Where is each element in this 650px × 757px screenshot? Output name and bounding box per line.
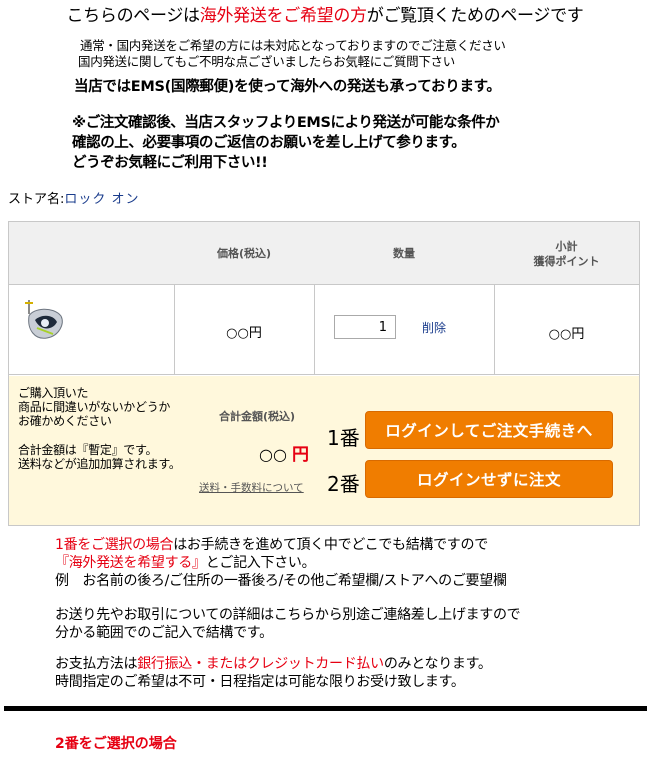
shipping-fee-link[interactable]: 送料・手数料について	[199, 480, 304, 495]
divider	[314, 285, 315, 375]
notice-line-1: 通常・国内発送をご希望の方には未対応となっておりますのでご注意ください	[80, 38, 506, 53]
store-label: ストア名:	[8, 192, 65, 207]
payment-info: お支払方法は銀行振込・またはクレジットカード払いのみとなります。 時間指定のご希…	[55, 655, 492, 691]
provisional-note-line-1: 合計金額は『暫定』です。	[18, 443, 158, 457]
title-prefix: こちらのページは	[66, 6, 200, 26]
item-subtotal: ○○円	[548, 327, 585, 342]
store-link[interactable]: ロック オン	[64, 192, 139, 207]
col-quantity: 数量	[393, 247, 415, 260]
page-title: こちらのページは海外発送をご希望の方がご覧頂くためのページです	[0, 6, 650, 26]
payment-prefix: お支払方法は	[55, 656, 138, 672]
ems-statement: 当店ではEMS(国際郵便)を使って海外への発送も承っております。	[74, 79, 501, 95]
quantity-input[interactable]	[334, 315, 396, 339]
option2-heading: 2番をご選択の場合	[55, 736, 177, 752]
item-price: ○○円	[226, 326, 262, 341]
provisional-note: 合計金額は『暫定』です。 送料などが追加加算されます。	[18, 443, 181, 471]
total-label: 合計金額(税込)	[219, 410, 296, 423]
verify-note-line-2: 商品に間違いがないかどうか	[18, 400, 171, 414]
title-suffix: がご覧頂くためのページです	[366, 6, 584, 26]
option-number-1: 1番	[327, 426, 360, 450]
option1-text-2: とご記入下さい。	[205, 555, 316, 571]
col-subtotal-label: 小計	[555, 239, 578, 253]
contact-line-2: 分かる範囲でのご記入で結構です。	[55, 625, 273, 641]
confirm-line-3: どうぞお気軽にご利用下さい!!	[72, 155, 268, 171]
notice: 通常・国内発送をご希望の方には未対応となっておりますのでご注意ください 国内発送…	[78, 38, 506, 70]
verify-note-line-3: お確かめください	[18, 414, 112, 428]
total-value: ○○	[259, 445, 287, 464]
contact-info: お送り先やお取引についての詳細はこちらから別途ご連絡差し上げますので 分かる範囲…	[55, 606, 521, 642]
total-amount: ○○ 円	[259, 440, 309, 465]
cart-header: 価格(税込) 数量 小計 獲得ポイント	[9, 222, 639, 285]
confirm-line-2: 確認の上、必要事項のご返信のお願いを差し上げて参ります。	[72, 135, 466, 151]
option1-line-1: 1番をご選択の場合はお手続きを進めて頂く中でどこでも結構ですので	[55, 536, 507, 554]
payment-line-1: お支払方法は銀行振込・またはクレジットカード払いのみとなります。	[55, 655, 492, 673]
login-checkout-button[interactable]: ログインしてご注文手続きへ	[365, 411, 613, 449]
confirm-statement: ※ご注文確認後、当店スタッフよりEMSにより発送が可能な条件か 確認の上、必要事…	[72, 113, 500, 173]
col-points-label: 獲得ポイント	[533, 254, 600, 268]
provisional-note-line-2: 送料などが追加加算されます。	[18, 457, 181, 471]
contact-line-1: お送り先やお取引についての詳細はこちらから別途ご連絡差し上げますので	[55, 607, 521, 623]
confirm-line-1: ※ご注文確認後、当店スタッフよりEMSにより発送が可能な条件か	[72, 115, 500, 131]
verify-note: ご購入頂いた 商品に間違いがないかどうか お確かめください	[18, 386, 170, 428]
col-subtotal: 小計 獲得ポイント	[494, 222, 639, 285]
payment-line-2: 時間指定のご希望は不可・日程指定は可能な限りお受け致します。	[55, 674, 465, 690]
total-unit: 円	[292, 445, 310, 465]
golf-driver-icon[interactable]	[23, 298, 67, 344]
option1-line-2: 『海外発送を希望する』とご記入下さい。	[55, 554, 507, 572]
notice-line-2: 国内発送に関してもご不明な点ございましたらお気軽にご質問下さい	[78, 54, 455, 69]
cart-item-row: ○○円 削除 ○○円	[9, 285, 639, 375]
verify-note-line-1: ご購入頂いた	[18, 386, 89, 400]
payment-suffix: のみとなります。	[383, 656, 492, 672]
section-divider	[4, 706, 647, 711]
payment-methods: 銀行振込・またはクレジットカード払い	[137, 656, 384, 672]
option1-example: 例 お名前の後ろ/ご住所の一番後ろ/その他ご希望欄/ストアへのご要望欄	[55, 573, 507, 589]
title-highlight: 海外発送をご希望の方	[199, 6, 367, 26]
guest-checkout-button[interactable]: ログインせずに注文	[365, 460, 613, 498]
option1-info: 1番をご選択の場合はお手続きを進めて頂く中でどこでも結構ですので 『海外発送を希…	[55, 536, 507, 590]
option-number-2: 2番	[327, 472, 360, 496]
order-summary: ご購入頂いた 商品に間違いがないかどうか お確かめください 合計金額は『暫定』で…	[9, 376, 639, 525]
store-name: ストア名:ロック オン	[8, 192, 140, 208]
col-price: 価格(税込)	[216, 247, 272, 260]
cart-table: 価格(税込) 数量 小計 獲得ポイント ○○円 削除 ○○円 ご購入頂いた 商品…	[8, 221, 640, 526]
option1-keyword: 『海外発送を希望する』	[55, 555, 206, 571]
option1-highlight: 1番をご選択の場合	[55, 537, 174, 553]
delete-link[interactable]: 削除	[422, 319, 446, 336]
option1-text: はお手続きを進めて頂く中でどこでも結構ですので	[173, 537, 488, 553]
